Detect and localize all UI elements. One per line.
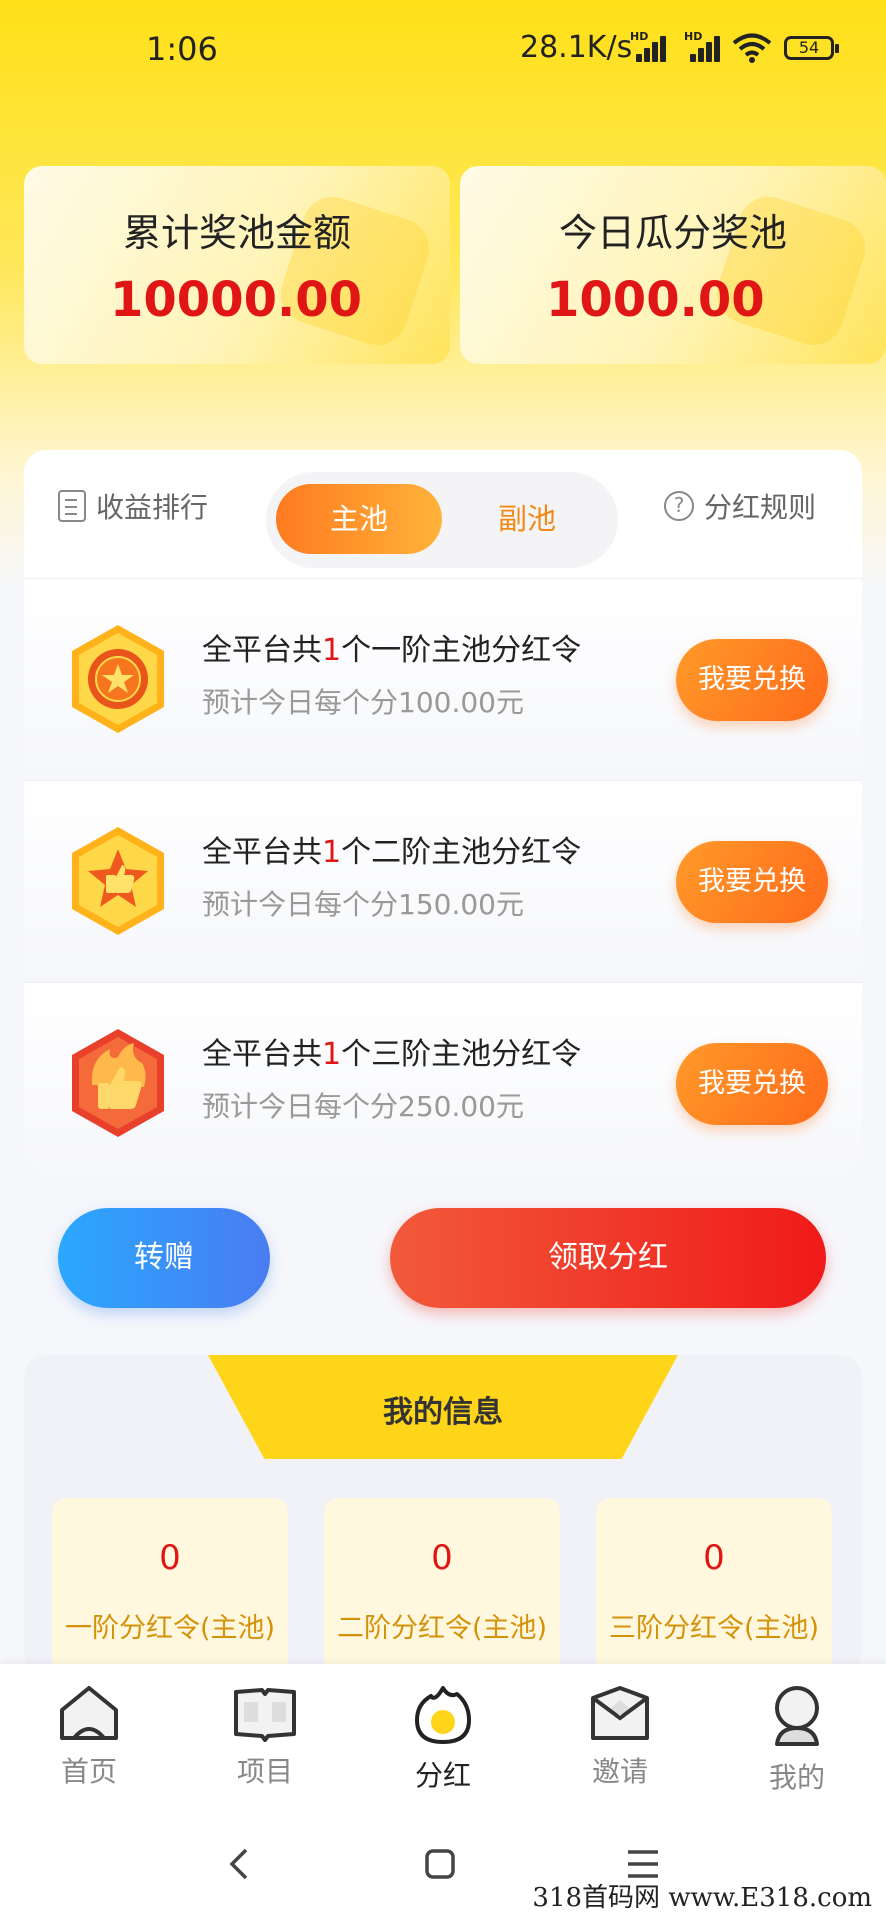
nav-label: 首页 bbox=[60, 1755, 117, 1788]
my-info-title: 我的信息 bbox=[383, 1395, 503, 1430]
network-speed: 28.1K/s bbox=[520, 30, 633, 65]
total-pool-label: 累计奖池金额 bbox=[122, 211, 351, 255]
nav-projects[interactable]: 项目 bbox=[205, 1684, 325, 1790]
panel-tabbar: 收益排行 主池 副池 ? 分红规则 bbox=[24, 450, 862, 578]
invite-icon bbox=[591, 1686, 649, 1740]
menu-icon[interactable] bbox=[626, 1848, 660, 1880]
signal-icon bbox=[630, 34, 666, 62]
nav-home[interactable]: 首页 bbox=[29, 1684, 149, 1790]
today-pool-amount: 1000.00 bbox=[546, 272, 765, 328]
bottom-nav: 首页 项目 分红 邀请 我的 bbox=[0, 1664, 886, 1814]
today-pool-label: 今日瓜分奖池 bbox=[558, 211, 787, 255]
exchange-button[interactable]: 我要兑换 bbox=[676, 841, 828, 923]
nav-label: 我的 bbox=[768, 1761, 825, 1794]
dividend-row: 全平台共1个二阶主池分红令 预计今日每个分150.00元 我要兑换 bbox=[24, 780, 862, 982]
dividend-row: 全平台共1个一阶主池分红令 预计今日每个分100.00元 我要兑换 bbox=[24, 578, 862, 780]
row-title: 全平台共1个二阶主池分红令 bbox=[202, 835, 582, 870]
stat-card: 0 二阶分红令(主池) bbox=[324, 1498, 560, 1675]
dividend-row: 全平台共1个三阶主池分红令 预计今日每个分250.00元 我要兑换 bbox=[24, 982, 862, 1172]
ranking-label: 收益排行 bbox=[96, 491, 209, 524]
nav-dividend[interactable]: 分红 bbox=[383, 1684, 503, 1794]
tab-sub-pool[interactable]: 副池 bbox=[444, 484, 610, 554]
stat-value: 0 bbox=[703, 1538, 725, 1578]
home-icon bbox=[60, 1686, 118, 1740]
help-icon: ? bbox=[664, 491, 694, 521]
nav-me[interactable]: 我的 bbox=[737, 1684, 857, 1796]
stat-label: 一阶分红令(主池) bbox=[64, 1613, 276, 1644]
pool-switch: 主池 副池 bbox=[266, 472, 618, 568]
stat-label: 二阶分红令(主池) bbox=[336, 1613, 548, 1644]
today-pool-card: 今日瓜分奖池 1000.00 bbox=[460, 166, 886, 364]
battery-icon: 54 bbox=[784, 36, 839, 60]
status-time: 1:06 bbox=[146, 30, 218, 68]
profile-icon bbox=[775, 1686, 819, 1746]
system-nav-bar: 318首码网 www.E318.com bbox=[0, 1814, 886, 1920]
exchange-button[interactable]: 我要兑换 bbox=[676, 639, 828, 721]
row-subtitle: 预计今日每个分150.00元 bbox=[202, 888, 524, 921]
exchange-button[interactable]: 我要兑换 bbox=[676, 1043, 828, 1125]
total-pool-card: 累计奖池金额 10000.00 bbox=[24, 166, 450, 364]
star-badge-icon bbox=[72, 625, 164, 733]
row-title: 全平台共1个一阶主池分红令 bbox=[202, 633, 582, 668]
stat-value: 0 bbox=[159, 1538, 181, 1578]
row-subtitle: 预计今日每个分250.00元 bbox=[202, 1090, 524, 1123]
stat-card: 0 一阶分红令(主池) bbox=[52, 1498, 288, 1675]
claim-dividend-button[interactable]: 领取分红 bbox=[390, 1208, 826, 1308]
row-subtitle: 预计今日每个分100.00元 bbox=[202, 686, 524, 719]
row-title: 全平台共1个三阶主池分红令 bbox=[202, 1037, 582, 1072]
watermark: 318首码网 www.E318.com bbox=[532, 1883, 872, 1913]
nav-invite[interactable]: 邀请 bbox=[560, 1684, 680, 1790]
fire-thumbs-badge-icon bbox=[72, 1029, 164, 1137]
my-info-panel: 我的信息 0 一阶分红令(主池) 0 二阶分红令(主池) 0 三阶分红令(主池) bbox=[24, 1355, 862, 1675]
tab-main-pool[interactable]: 主池 bbox=[276, 484, 442, 554]
gift-button[interactable]: 转赠 bbox=[58, 1208, 270, 1308]
flame-icon bbox=[415, 1686, 471, 1744]
total-pool-amount: 10000.00 bbox=[110, 272, 363, 328]
nav-label: 项目 bbox=[236, 1755, 293, 1788]
dividend-panel: 收益排行 主池 副池 ? 分红规则 全平台共1个一阶主池分红令 预计今日每个分1… bbox=[24, 450, 862, 1172]
signal-icon-2 bbox=[684, 34, 720, 62]
back-icon[interactable] bbox=[226, 1846, 252, 1882]
thumbs-up-badge-icon bbox=[72, 827, 164, 935]
rules-link[interactable]: ? 分红规则 bbox=[664, 486, 816, 526]
book-icon bbox=[234, 1688, 296, 1742]
wifi-icon bbox=[732, 33, 772, 63]
rules-label: 分红规则 bbox=[704, 491, 817, 524]
ranking-link[interactable]: 收益排行 bbox=[58, 486, 208, 526]
home-square-icon[interactable] bbox=[424, 1848, 456, 1880]
list-icon bbox=[58, 490, 86, 522]
nav-label: 邀请 bbox=[591, 1755, 648, 1788]
status-bar: 1:06 28.1K/s HD HD 54 bbox=[0, 0, 886, 100]
stat-label: 三阶分红令(主池) bbox=[608, 1613, 820, 1644]
stat-card: 0 三阶分红令(主池) bbox=[596, 1498, 832, 1675]
nav-label: 分红 bbox=[414, 1759, 471, 1792]
stat-value: 0 bbox=[431, 1538, 453, 1578]
